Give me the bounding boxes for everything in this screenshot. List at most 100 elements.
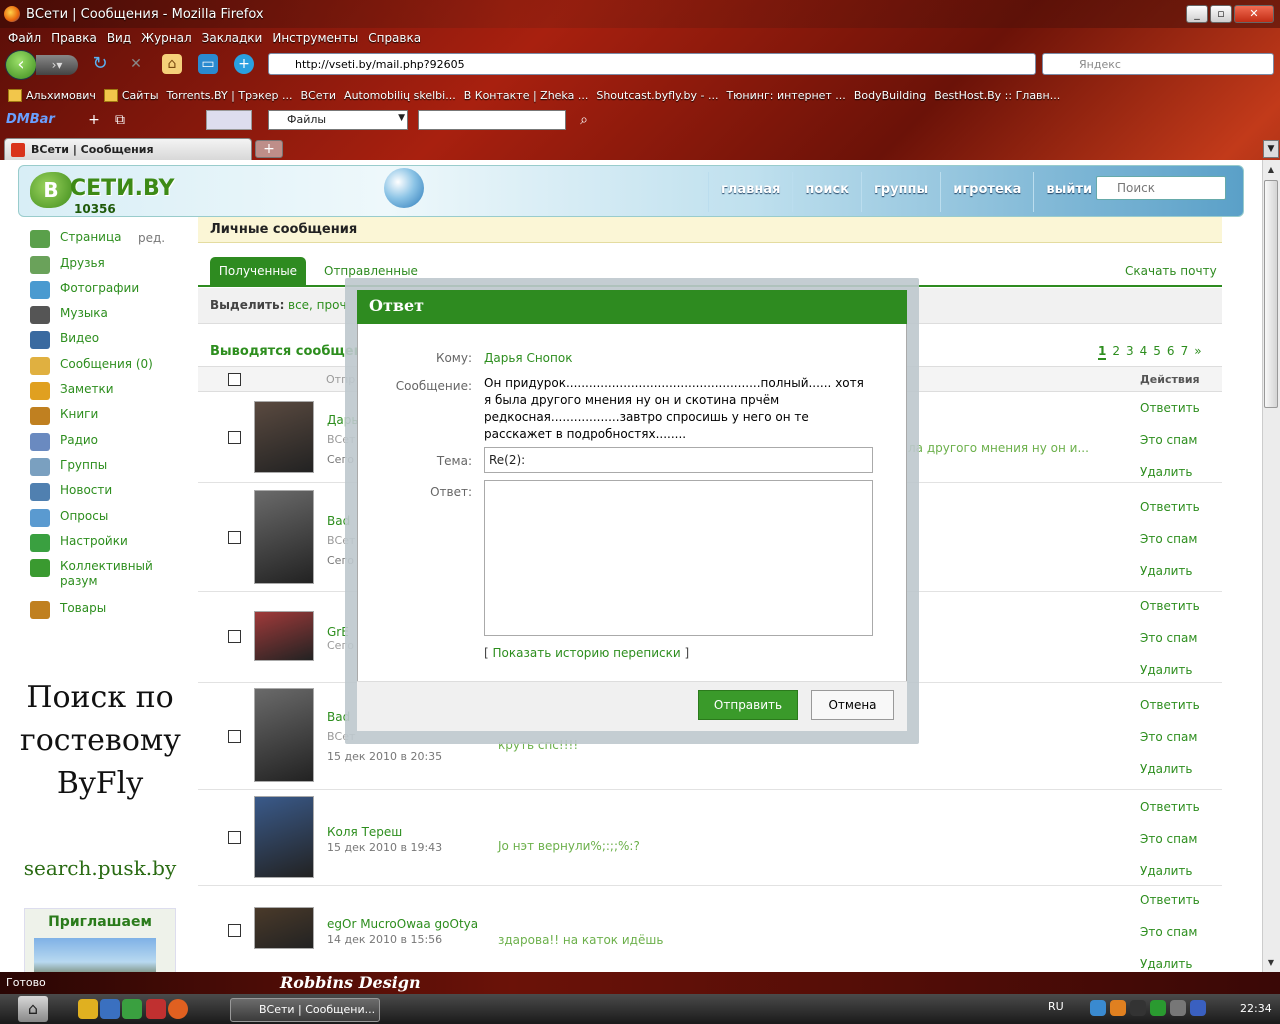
reply-link[interactable]: Ответить bbox=[1140, 893, 1200, 907]
delete-link[interactable]: Удалить bbox=[1140, 864, 1193, 878]
page-link[interactable]: 2 bbox=[1112, 344, 1120, 360]
spam-link[interactable]: Это спам bbox=[1140, 532, 1197, 546]
scrollbar-thumb[interactable] bbox=[1264, 180, 1278, 408]
nav-logout[interactable]: выйти bbox=[1033, 172, 1104, 212]
reply-link[interactable]: Ответить bbox=[1140, 500, 1200, 514]
bookmark-item[interactable]: BestHost.By :: Главн... bbox=[934, 89, 1060, 102]
bookmark-item[interactable]: В Контакте | Zheka ... bbox=[464, 89, 589, 102]
delete-link[interactable]: Удалить bbox=[1140, 762, 1193, 776]
delete-link[interactable]: Удалить bbox=[1140, 957, 1193, 971]
select-all-checkbox[interactable] bbox=[228, 373, 241, 386]
browser-search-input[interactable]: Яндекс bbox=[1042, 53, 1274, 75]
nav-groups[interactable]: группы bbox=[860, 172, 940, 212]
row-checkbox[interactable] bbox=[228, 831, 241, 844]
bookmark-item[interactable]: Shoutcast.byfly.by - ... bbox=[596, 89, 718, 102]
send-button[interactable]: Отправить bbox=[698, 690, 798, 720]
home-icon[interactable]: ⌂ bbox=[162, 54, 182, 74]
select-options[interactable]: все, проч bbox=[288, 298, 347, 312]
bookmark-item[interactable]: Automobilių skelbi... bbox=[344, 89, 456, 102]
sidebar-item[interactable]: Музыка bbox=[30, 306, 108, 324]
files-select[interactable]: Файлы ▼ bbox=[268, 110, 408, 130]
stop-icon[interactable]: ✕ bbox=[126, 54, 146, 74]
avatar[interactable] bbox=[254, 401, 314, 473]
avatar[interactable] bbox=[254, 611, 314, 661]
sidebar-item[interactable]: Опросы bbox=[30, 509, 108, 527]
bookmark-item[interactable]: Тюнинг: интернет ... bbox=[726, 89, 845, 102]
message-preview[interactable]: ла другого мнения ну он и... bbox=[908, 441, 1089, 455]
bookmark-item[interactable]: BodyBuilding bbox=[854, 89, 926, 102]
sidebar-item[interactable]: Новости bbox=[30, 483, 112, 501]
add-icon[interactable]: + bbox=[84, 110, 104, 130]
reply-link[interactable]: Ответить bbox=[1140, 800, 1200, 814]
sidebar-item[interactable]: Страница bbox=[30, 230, 122, 248]
sidebar-item[interactable]: Настройки bbox=[30, 534, 128, 552]
reply-link[interactable]: Ответить bbox=[1140, 698, 1200, 712]
avatar[interactable] bbox=[254, 907, 314, 949]
cancel-button[interactable]: Отмена bbox=[811, 690, 894, 720]
menu-help[interactable]: Справка bbox=[364, 28, 425, 48]
minimize-button[interactable]: _ bbox=[1186, 5, 1208, 23]
app-icon[interactable] bbox=[122, 999, 142, 1019]
spam-link[interactable]: Это спам bbox=[1140, 631, 1197, 645]
bookmark-item[interactable]: Альхимович bbox=[8, 88, 96, 102]
tab-list-button[interactable]: ▼ bbox=[1263, 140, 1279, 158]
subject-input[interactable]: Re(2): bbox=[484, 447, 873, 473]
avatar[interactable] bbox=[254, 688, 314, 782]
bookmark-item[interactable]: Torrents.BY | Трэкер ... bbox=[167, 89, 293, 102]
page-next[interactable]: » bbox=[1194, 344, 1201, 360]
maximize-button[interactable]: ▫ bbox=[1210, 5, 1232, 23]
download-mail-link[interactable]: Скачать почту bbox=[1125, 264, 1217, 278]
nav-search[interactable]: поиск bbox=[792, 172, 861, 212]
spam-link[interactable]: Это спам bbox=[1140, 433, 1197, 447]
row-checkbox[interactable] bbox=[228, 730, 241, 743]
sidebar-item[interactable]: Фотографии bbox=[30, 281, 139, 299]
new-tab-button[interactable]: + bbox=[255, 140, 283, 158]
spam-link[interactable]: Это спам bbox=[1140, 832, 1197, 846]
row-checkbox[interactable] bbox=[228, 630, 241, 643]
sidebar-item[interactable]: Видео bbox=[30, 331, 99, 349]
page-link[interactable]: 3 bbox=[1126, 344, 1134, 360]
sidebar-item[interactable]: Группы bbox=[30, 458, 107, 476]
sidebar-item[interactable]: Друзья bbox=[30, 256, 105, 274]
tab-received[interactable]: Полученные bbox=[210, 257, 306, 285]
bookmark-item[interactable]: ВСети bbox=[300, 89, 336, 102]
page-link[interactable]: 6 bbox=[1167, 344, 1175, 360]
tray-icon[interactable] bbox=[1170, 1000, 1186, 1016]
avatar[interactable] bbox=[254, 796, 314, 878]
toolbar-app-icon[interactable]: ▭ bbox=[198, 54, 218, 74]
spam-link[interactable]: Это спам bbox=[1140, 925, 1197, 939]
nav-home[interactable]: главная bbox=[708, 172, 792, 212]
bookmark-item[interactable]: Сайты bbox=[103, 88, 159, 102]
edit-profile-link[interactable]: ред. bbox=[138, 231, 165, 245]
forward-button[interactable]: ›▾ bbox=[36, 55, 78, 75]
menu-history[interactable]: Журнал bbox=[137, 28, 196, 48]
spam-link[interactable]: Это спам bbox=[1140, 730, 1197, 744]
reply-link[interactable]: Ответить bbox=[1140, 599, 1200, 613]
close-button[interactable]: ✕ bbox=[1234, 5, 1274, 23]
taskbar-item[interactable]: ВСети | Сообщени... bbox=[230, 998, 380, 1022]
avatar[interactable] bbox=[254, 490, 314, 584]
reply-link[interactable]: Ответить bbox=[1140, 401, 1200, 415]
dmbar-slider[interactable] bbox=[206, 110, 252, 130]
site-logo[interactable]: В СЕТИ.BY 10356 bbox=[30, 170, 180, 216]
delete-link[interactable]: Удалить bbox=[1140, 564, 1193, 578]
browser-tab[interactable]: ВСети | Сообщения bbox=[4, 138, 252, 160]
sidebar-item[interactable]: Товары bbox=[30, 601, 106, 619]
sidebar-item[interactable]: Сообщения (0) bbox=[30, 357, 153, 375]
nav-games[interactable]: игротека bbox=[940, 172, 1033, 212]
start-button[interactable]: ⌂ bbox=[18, 996, 48, 1022]
dmbar-search-input[interactable] bbox=[418, 110, 566, 130]
page-link[interactable]: 5 bbox=[1153, 344, 1161, 360]
menu-tools[interactable]: Инструменты bbox=[268, 28, 362, 48]
menu-bookmarks[interactable]: Закладки bbox=[198, 28, 267, 48]
page-link[interactable]: 4 bbox=[1140, 344, 1148, 360]
search-icon[interactable]: ⌕ bbox=[574, 110, 594, 130]
url-bar[interactable]: http://vseti.by/mail.php?92605 bbox=[268, 53, 1036, 75]
sidebar-item[interactable]: Книги bbox=[30, 407, 98, 425]
add-icon[interactable]: + bbox=[234, 54, 254, 74]
scroll-down-arrow[interactable]: ▼ bbox=[1264, 955, 1278, 971]
site-search-input[interactable]: Поиск bbox=[1096, 176, 1226, 200]
tab-sent[interactable]: Отправленные bbox=[324, 264, 418, 278]
tray-icon[interactable] bbox=[1130, 1000, 1146, 1016]
tray-icon[interactable] bbox=[1190, 1000, 1206, 1016]
